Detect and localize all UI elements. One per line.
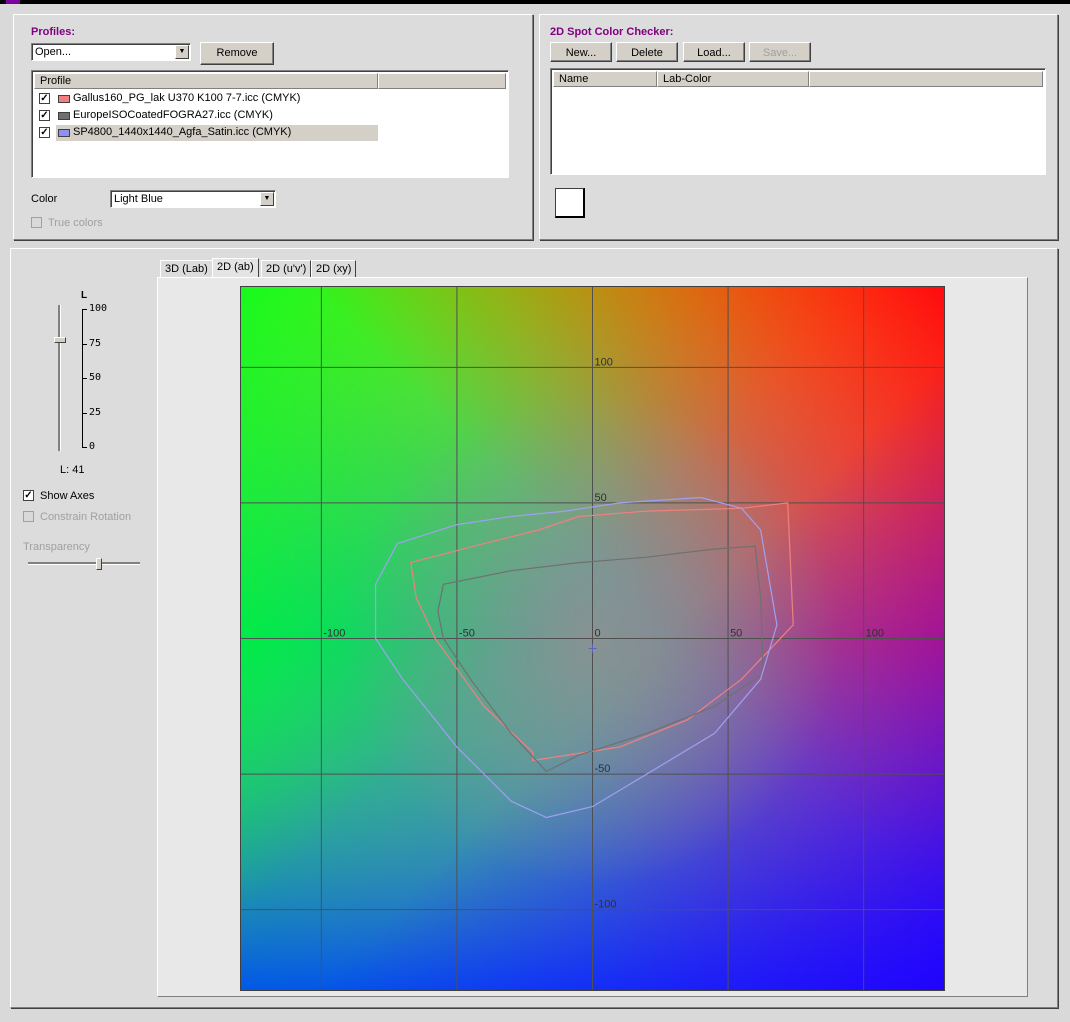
profile-list[interactable]: Profile ✓ Gallus160_PG_lak U370 K100 7-7…	[31, 70, 509, 178]
l-tick-mark	[82, 309, 87, 310]
profile-checkbox[interactable]: ✓	[39, 93, 50, 104]
true-colors-checkbox[interactable]	[31, 217, 42, 228]
b-axis-tick-label: 100	[595, 356, 613, 368]
chevron-down-icon[interactable]: ▼	[175, 45, 189, 59]
chevron-down-icon[interactable]: ▼	[260, 192, 274, 206]
profiles-title: Profiles:	[31, 26, 76, 38]
profile-label: SP4800_1440x1440_Agfa_Satin.icc (CMYK)	[73, 126, 292, 138]
delete-spot-button[interactable]: Delete	[616, 42, 678, 62]
tab-2d-xy[interactable]: 2D (xy)	[311, 260, 357, 278]
tab-2d-uv[interactable]: 2D (u'v')	[261, 260, 312, 278]
open-combo-value: Open...	[35, 46, 72, 58]
l-tick-label: 75	[89, 337, 102, 349]
profile-list-item[interactable]: ✓ Gallus160_PG_lak U370 K100 7-7.icc (CM…	[34, 91, 378, 107]
name-column-header[interactable]: Name	[553, 71, 657, 87]
ab-gamut-plot[interactable]: -100 -50 0 50 100 100 50 -50 -100	[240, 286, 945, 991]
l-tick-mark	[82, 343, 87, 345]
constrain-rotation-label: Constrain Rotation	[40, 511, 132, 523]
constrain-rotation-checkbox[interactable]	[23, 511, 34, 522]
tab-2d-ab[interactable]: 2D (ab)	[212, 258, 259, 279]
lab-color-column-header[interactable]: Lab-Color	[657, 71, 809, 87]
new-spot-button[interactable]: New...	[550, 42, 612, 62]
l-tick-label: 25	[89, 406, 102, 418]
profile-checkbox[interactable]: ✓	[39, 110, 50, 121]
l-tick-label: 100	[89, 303, 108, 314]
a-axis-tick-label: 0	[595, 628, 601, 640]
l-tick-mark	[82, 447, 87, 448]
profile-column-header-filler	[378, 73, 506, 89]
a-axis-tick-label: -100	[323, 628, 345, 640]
true-colors-label: True colors	[48, 217, 103, 229]
app-icon	[6, 0, 20, 4]
profile-label: EuropeISOCoatedFOGRA27.icc (CMYK)	[73, 109, 273, 121]
l-tick-label: 0	[89, 441, 96, 452]
a-axis-tick-label: 100	[866, 628, 884, 640]
profile-color-swatch	[58, 129, 70, 137]
save-spot-button[interactable]: Save...	[749, 42, 811, 62]
remove-button[interactable]: Remove	[200, 42, 274, 65]
spot-color-panel: 2D Spot Color Checker: New... Delete Loa…	[539, 14, 1058, 240]
l-tick-mark	[82, 378, 87, 379]
l-tick-mark	[82, 412, 87, 414]
transparency-slider[interactable]	[28, 558, 140, 570]
a-axis-tick-label: 50	[730, 628, 742, 640]
color-label: Color	[31, 193, 58, 205]
a-axis-tick-label: -50	[459, 628, 475, 640]
transparency-track	[28, 562, 140, 565]
spot-color-preview-swatch[interactable]	[555, 188, 585, 218]
profile-column-header[interactable]: Profile	[34, 73, 378, 89]
show-axes-checkbox[interactable]: ✓	[23, 490, 34, 501]
spot-color-list[interactable]: Name Lab-Color	[550, 68, 1046, 175]
color-combo-value: Light Blue	[114, 193, 163, 205]
b-axis-tick-label: -100	[595, 899, 617, 911]
profile-color-swatch	[58, 95, 70, 103]
window-title-bar	[0, 0, 1070, 4]
column-header-filler	[809, 71, 1043, 87]
profile-label: Gallus160_PG_lak U370 K100 7-7.icc (CMYK…	[73, 92, 301, 104]
profile-list-item-selected[interactable]: ✓ SP4800_1440x1440_Agfa_Satin.icc (CMYK)	[34, 125, 378, 141]
transparency-thumb[interactable]	[96, 558, 103, 570]
open-profile-combo[interactable]: Open... ▼	[31, 43, 191, 61]
b-axis-tick-label: 50	[595, 492, 607, 504]
load-spot-button[interactable]: Load...	[683, 42, 745, 62]
transparency-label: Transparency	[23, 541, 90, 553]
profile-checkbox[interactable]: ✓	[39, 127, 50, 138]
spot-color-title: 2D Spot Color Checker:	[550, 26, 674, 38]
b-axis-tick-label: -50	[595, 763, 611, 775]
l-tick-label: 50	[89, 372, 102, 383]
l-slider-thumb[interactable]	[54, 337, 66, 344]
tab-3d-lab[interactable]: 3D (Lab)	[160, 260, 213, 278]
color-combo[interactable]: Light Blue ▼	[110, 190, 276, 208]
show-axes-label: Show Axes	[40, 490, 95, 502]
profiles-panel: Profiles: Open... ▼ Remove Profile ✓ Gal…	[13, 14, 533, 240]
l-axis-label: L	[81, 290, 88, 301]
l-value-readout: L: 41	[60, 464, 85, 476]
profile-color-swatch	[58, 112, 70, 120]
l-slider-track	[58, 305, 61, 451]
profile-list-item[interactable]: ✓ EuropeISOCoatedFOGRA27.icc (CMYK)	[34, 108, 378, 124]
l-slider[interactable]	[54, 305, 66, 451]
